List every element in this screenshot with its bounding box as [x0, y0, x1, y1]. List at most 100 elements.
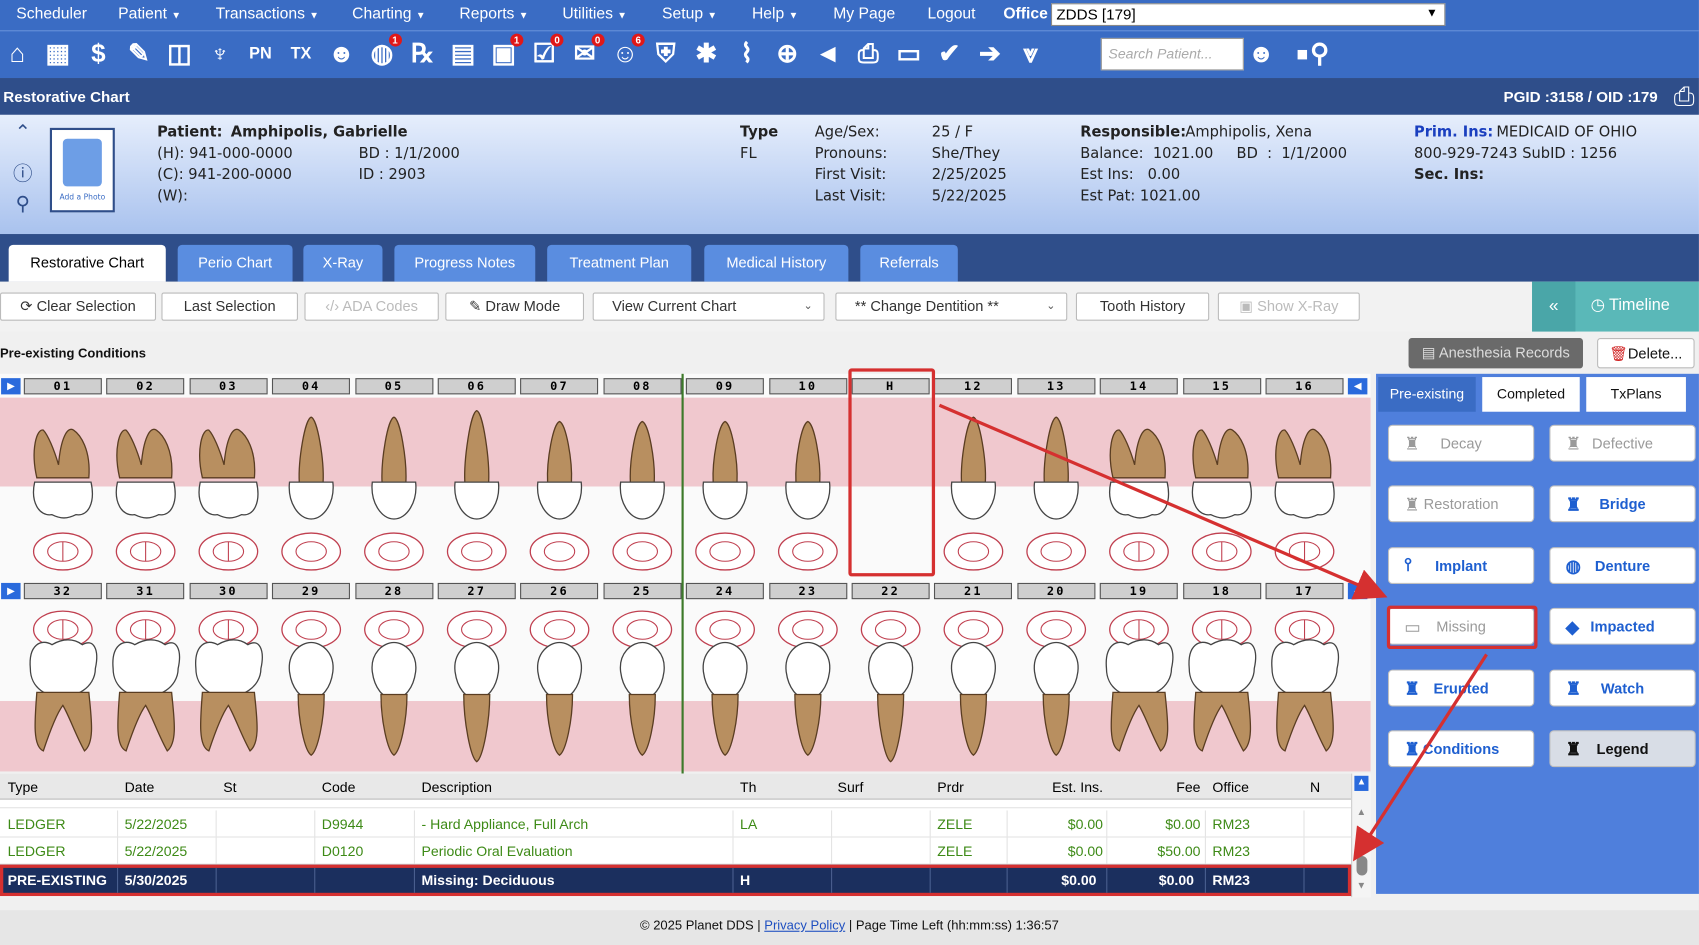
tab-perio-chart[interactable]: Perio Chart — [177, 244, 293, 282]
view-chart-select[interactable]: View Current Chart ⌄ — [592, 292, 825, 321]
tooth-09-crown[interactable] — [702, 481, 748, 520]
tooth-13-root[interactable] — [1043, 416, 1069, 483]
grid-scrollbar[interactable]: ▲ ▲ ▼ — [1351, 773, 1371, 898]
table-row[interactable]: LEDGER 5/22/2025 D9944 - Hard Appliance, Fu… — [0, 810, 1352, 838]
tooth-03-crown[interactable] — [198, 481, 259, 519]
tooth-02-crown[interactable] — [115, 481, 176, 519]
scanner-icon[interactable]: ▭ — [892, 37, 927, 72]
transfer-icon[interactable]: ➔ — [973, 37, 1008, 72]
tooth-17-crown[interactable] — [1271, 639, 1340, 697]
column-header-n[interactable]: N — [1310, 779, 1320, 795]
tooth-05-occlusal[interactable] — [364, 532, 424, 571]
impacted-button[interactable]: ◆ Impacted — [1549, 608, 1696, 645]
tooth-28-root[interactable] — [380, 693, 408, 756]
tab-referrals[interactable]: Referrals — [860, 244, 958, 282]
menu-patient[interactable]: Patient ▼ — [118, 5, 181, 22]
tooth-32-crown[interactable] — [29, 639, 98, 697]
scroll-top-icon[interactable]: ▲ — [1354, 775, 1369, 791]
tooth-13-crown[interactable] — [1033, 481, 1079, 520]
tooth-15-crown[interactable] — [1191, 481, 1252, 519]
tooth-13-occlusal[interactable] — [1026, 532, 1087, 571]
tooth-08-crown[interactable] — [619, 481, 665, 520]
group-search-icon[interactable]: ⚲ — [1302, 37, 1337, 72]
add-photo[interactable]: Add a Photo — [49, 127, 115, 213]
add-user-icon[interactable]: ☻ — [324, 37, 359, 72]
tooth-09-occlusal[interactable] — [695, 532, 755, 571]
column-header-code[interactable]: Code — [322, 779, 356, 795]
prim-ins[interactable]: MEDICAID OF OHIO — [1496, 124, 1637, 141]
timeline-button[interactable]: ◷ Timeline — [1591, 295, 1670, 314]
tooth-04-root[interactable] — [298, 416, 324, 483]
tooth-10-root[interactable] — [795, 420, 821, 483]
printer-icon[interactable]: ⎙ — [851, 37, 886, 72]
tooth-25-crown[interactable] — [619, 641, 665, 700]
tooth-21-crown[interactable] — [950, 641, 996, 700]
show-xray-button[interactable]: ▣ Show X-Ray — [1217, 292, 1360, 321]
column-header-st[interactable]: St — [223, 779, 236, 795]
tooth-22-crown[interactable] — [868, 641, 914, 700]
tooth-27-root[interactable] — [463, 693, 491, 763]
chat-icon[interactable]: ▣ 1 — [486, 33, 524, 72]
tooth-15-root[interactable] — [1192, 428, 1249, 479]
draw-mode-button[interactable]: ✎ Draw Mode — [445, 292, 585, 321]
bridge-button[interactable]: ♜ Bridge — [1549, 485, 1696, 523]
insurance-shield-icon[interactable]: ⛨ — [648, 37, 683, 72]
globe-users-icon[interactable]: ◍ 1 — [365, 33, 402, 72]
ada-codes-button[interactable]: ‹/› ADA Codes — [304, 292, 439, 321]
tooth-12-root[interactable] — [960, 416, 987, 483]
menu-setup[interactable]: Setup ▼ — [662, 5, 717, 22]
attachment-icon[interactable]: ⚲ — [11, 193, 35, 217]
clear-selection-button[interactable]: ⟳ Clear Selection — [0, 292, 157, 321]
column-header-th[interactable]: Th — [740, 779, 756, 795]
tooth-19-root[interactable] — [1110, 691, 1169, 752]
tooth-chart-icon[interactable]: ◫ — [162, 37, 197, 72]
tooth-07-occlusal[interactable] — [529, 532, 590, 571]
column-header-type[interactable]: Type — [8, 779, 39, 795]
printer-icon[interactable]: ⎙ — [1674, 82, 1695, 112]
tooth-01-root[interactable] — [33, 428, 90, 479]
last-selection-button[interactable]: Last Selection — [161, 292, 298, 321]
perio-icon[interactable]: ♆ — [203, 37, 238, 72]
tooth-31-root[interactable] — [117, 691, 175, 752]
menu-reports[interactable]: Reports ▼ — [459, 5, 528, 22]
dollar-icon[interactable]: $ — [81, 37, 116, 72]
edit-form-icon[interactable]: ✎ — [122, 37, 157, 72]
tab-txplans[interactable]: TxPlans — [1586, 377, 1686, 412]
collapse-left-icon[interactable]: « — [1532, 281, 1576, 332]
tooth-30-crown[interactable] — [195, 639, 263, 697]
table-row[interactable]: LEDGER 5/22/2025 D0120 Periodic Oral Evalua… — [0, 837, 1352, 865]
tab-completed[interactable]: Completed — [1482, 377, 1580, 412]
collapse-up-icon[interactable]: ⌃ — [11, 121, 35, 145]
tooth-22-root[interactable] — [876, 693, 905, 763]
column-header-office[interactable]: Office — [1212, 779, 1249, 795]
defective-button[interactable]: ♜ Defective — [1549, 424, 1696, 462]
tooth-04-crown[interactable] — [288, 481, 334, 520]
tab-treatment-plan[interactable]: Treatment Plan — [547, 244, 692, 282]
tooth-08-root[interactable] — [629, 420, 655, 483]
calendar-icon[interactable]: ▦ — [41, 37, 76, 72]
tooth-14-root[interactable] — [1109, 428, 1166, 479]
anesthesia-records-button[interactable]: ▤ Anesthesia Records — [1408, 338, 1583, 369]
column-header-est[interactable]: Est. Ins. — [1052, 779, 1103, 795]
column-header-date[interactable]: Date — [125, 779, 155, 795]
verify-shield-icon[interactable]: ✔ — [932, 37, 967, 72]
tooth-01-crown[interactable] — [32, 481, 93, 519]
tooth-05-root[interactable] — [381, 416, 407, 483]
tooth-27-crown[interactable] — [454, 641, 500, 700]
menu-help[interactable]: Help ▼ — [752, 5, 798, 22]
sms-icon[interactable]: ✉ 0 — [567, 33, 605, 72]
tooth-16-root[interactable] — [1275, 428, 1332, 479]
tab-pre-existing[interactable]: Pre-existing — [1378, 377, 1476, 412]
tooth-07-crown[interactable] — [536, 481, 583, 520]
treatment-icon[interactable]: TX — [284, 37, 319, 72]
restoration-button[interactable]: ♜ Restoration — [1387, 485, 1535, 523]
tooth-32-root[interactable] — [34, 691, 93, 752]
tooth-03-root[interactable] — [199, 428, 256, 479]
patient-search-input[interactable]: Search Patient... — [1100, 37, 1244, 71]
menu-logout[interactable]: Logout — [927, 5, 975, 22]
tab-xray[interactable]: X-Ray — [303, 244, 383, 282]
tooth-04-occlusal[interactable] — [281, 532, 342, 571]
tooth-09-root[interactable] — [712, 420, 738, 483]
tooth-30-root[interactable] — [199, 691, 258, 752]
tooth-21-root[interactable] — [959, 693, 988, 756]
